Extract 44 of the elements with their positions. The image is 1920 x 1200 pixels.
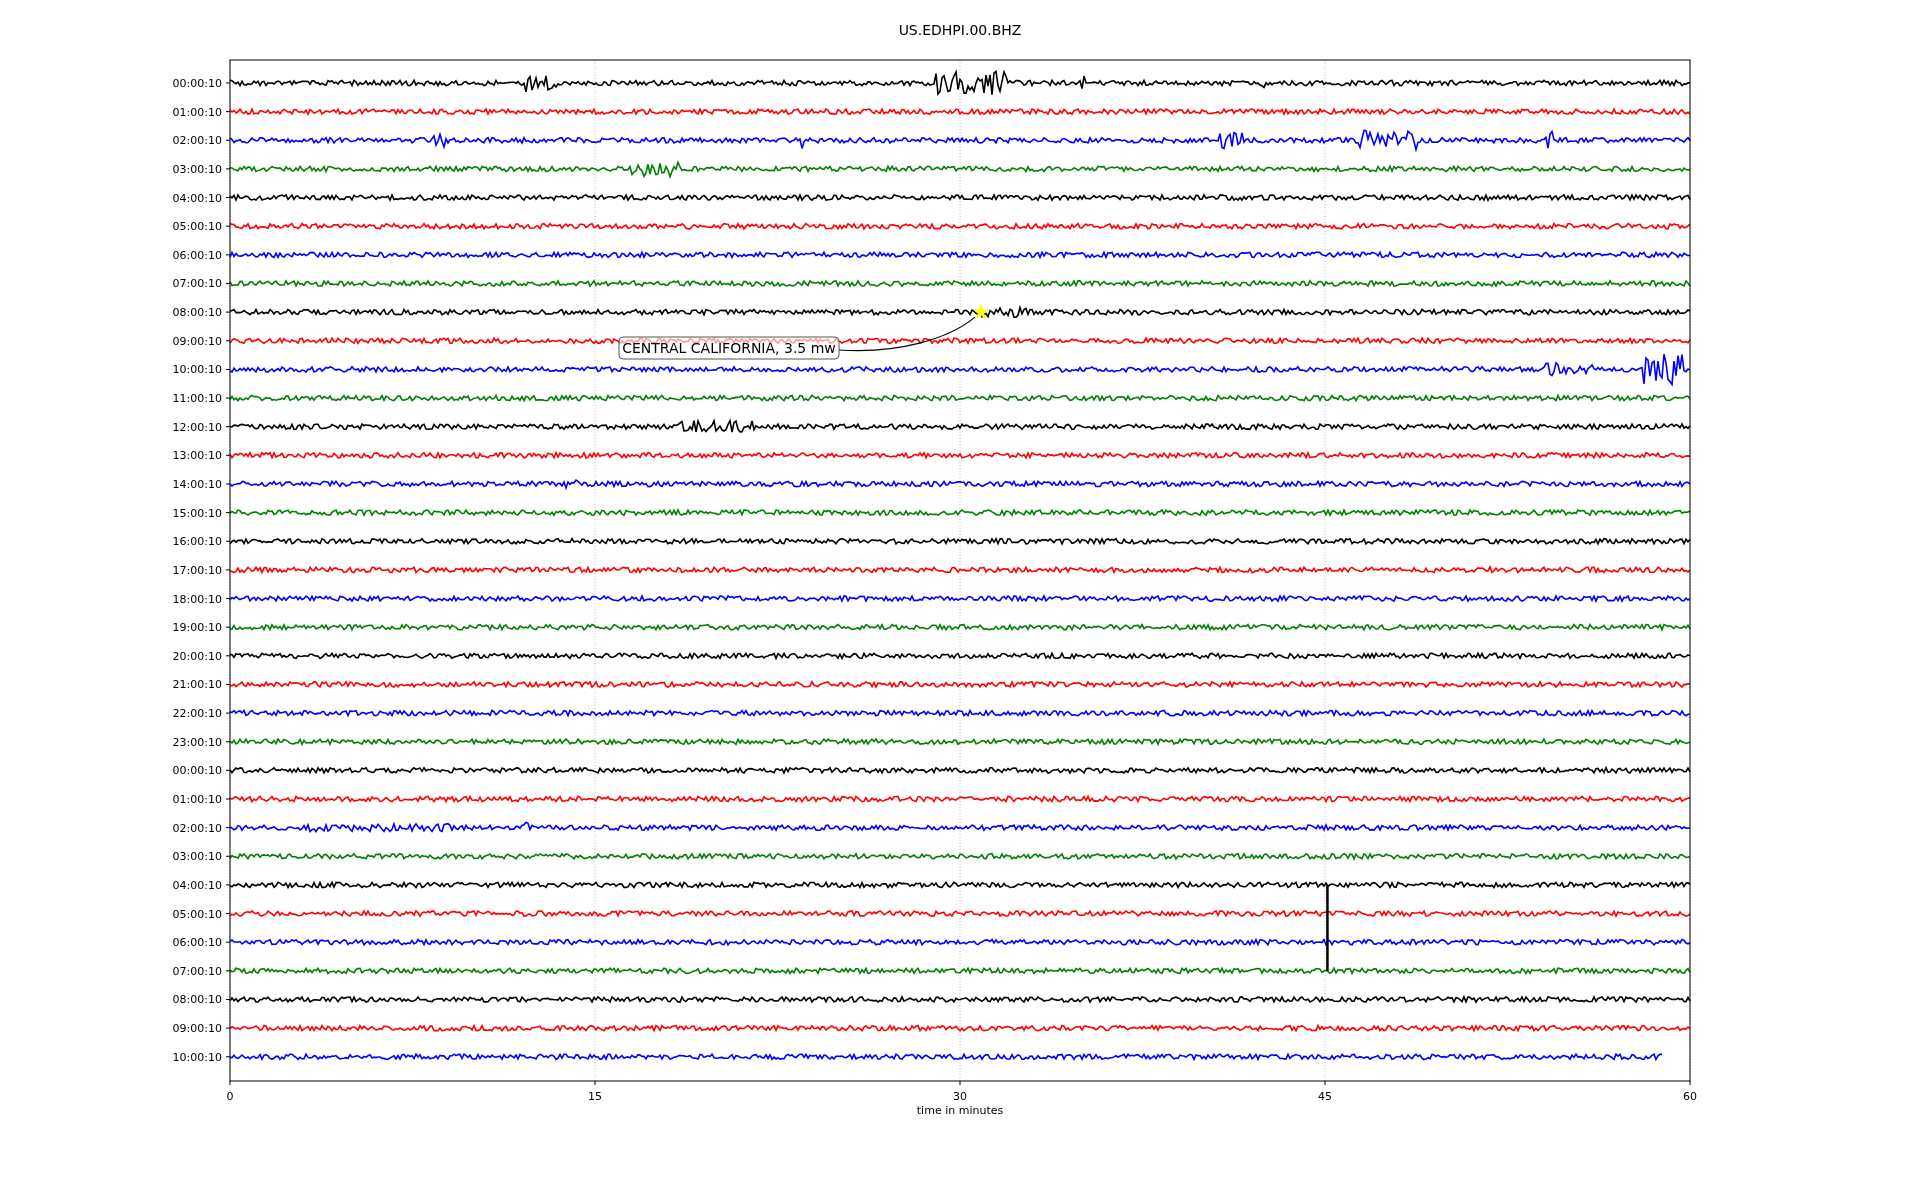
x-tick-label: 0: [226, 1090, 234, 1103]
row-time-label: 20:00:10: [172, 649, 222, 663]
row-time-label: 04:00:10: [172, 191, 222, 205]
row-time-label: 08:00:10: [172, 993, 222, 1007]
row-time-label: 05:00:10: [172, 220, 222, 234]
x-tick-label: 60: [1683, 1090, 1697, 1103]
row-time-label: 01:00:10: [172, 105, 222, 119]
row-time-label: 03:00:10: [172, 162, 222, 176]
row-time-label: 02:00:10: [172, 134, 222, 148]
row-time-label: 07:00:10: [172, 277, 222, 291]
row-time-label: 19:00:10: [172, 621, 222, 635]
row-time-label: 03:00:10: [172, 850, 222, 864]
row-time-label: 22:00:10: [172, 707, 222, 721]
x-axis-label: time in minutes: [916, 1104, 1004, 1117]
row-time-label: 13:00:10: [172, 449, 222, 463]
row-time-label: 00:00:10: [172, 764, 222, 778]
row-time-label: 16:00:10: [172, 535, 222, 549]
x-tick-label: 15: [588, 1090, 602, 1103]
row-time-label: 08:00:10: [172, 306, 222, 320]
row-time-label: 10:00:10: [172, 1050, 222, 1064]
row-time-label: 02:00:10: [172, 821, 222, 835]
row-time-label: 18:00:10: [172, 592, 222, 606]
row-time-label: 21:00:10: [172, 678, 222, 692]
row-time-label: 07:00:10: [172, 964, 222, 978]
row-time-label: 06:00:10: [172, 936, 222, 950]
row-time-label: 04:00:10: [172, 878, 222, 892]
row-time-label: 06:00:10: [172, 248, 222, 262]
row-time-label: 23:00:10: [172, 735, 222, 749]
row-time-label: 00:00:10: [172, 77, 222, 90]
row-time-label: 10:00:10: [172, 363, 222, 377]
row-time-label: 15:00:10: [172, 506, 222, 520]
row-time-label: 12:00:10: [172, 420, 222, 434]
row-time-label: 09:00:10: [172, 1022, 222, 1036]
row-time-label: 09:00:10: [172, 334, 222, 348]
row-time-label: 11:00:10: [172, 392, 222, 406]
event-label: CENTRAL CALIFORNIA, 3.5 mw: [618, 336, 840, 360]
row-time-label: 14:00:10: [172, 477, 222, 491]
row-time-label: 01:00:10: [172, 793, 222, 806]
row-time-label: 17:00:10: [172, 563, 222, 577]
row-time-label: 05:00:10: [172, 907, 222, 921]
star-icon: [973, 304, 989, 319]
plot-title: US.EDHPI.00.BHZ: [898, 22, 1022, 38]
x-tick-label: 45: [1318, 1090, 1332, 1103]
x-tick-label: 30: [953, 1090, 967, 1103]
